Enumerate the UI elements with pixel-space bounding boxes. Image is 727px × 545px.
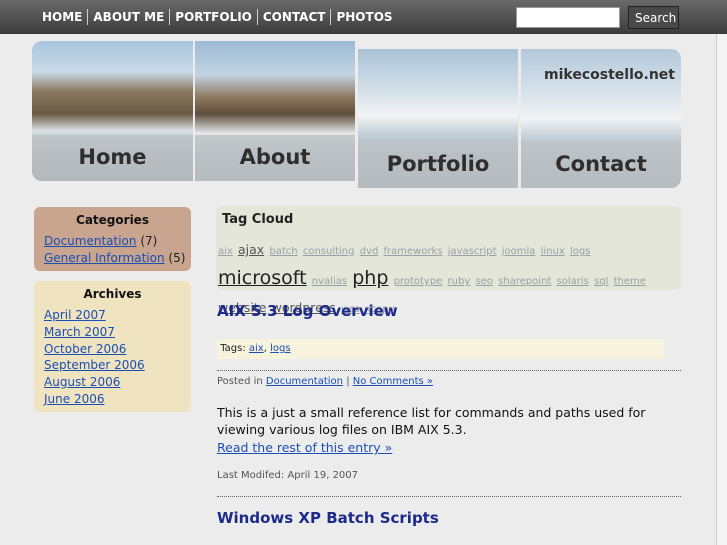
tags-label: Tags: [220, 343, 246, 354]
list-item: April 2007 [44, 307, 191, 324]
tile-label-home: Home [78, 145, 147, 169]
tag-link-theme[interactable]: theme [614, 276, 646, 287]
nav-portfolio[interactable]: PORTFOLIO [169, 9, 257, 25]
nav-home[interactable]: HOME [37, 9, 87, 25]
last-modified: Last Modifed: April 19, 2007 [217, 470, 359, 481]
post-title[interactable]: AIX 5.3 Log Overview [217, 302, 398, 320]
archives-list: April 2007 March 2007 October 2006 Septe… [34, 307, 191, 408]
post-category-link[interactable]: Documentation [266, 376, 343, 387]
post-excerpt: This is a just a small reference list fo… [217, 405, 646, 437]
site-name: mikecostello.net [544, 67, 675, 83]
archives-title: Archives [83, 287, 142, 301]
tag-link-logs[interactable]: logs [570, 246, 590, 257]
nav-contact[interactable]: CONTACT [256, 9, 331, 25]
tag-link-ruby[interactable]: ruby [448, 276, 471, 287]
archive-link[interactable]: September 2006 [44, 358, 145, 372]
tag-link-sharepoint[interactable]: sharepoint [498, 276, 551, 287]
archives-box: Archives April 2007 March 2007 October 2… [34, 281, 191, 412]
list-item: March 2007 [44, 324, 191, 341]
category-count: (5) [168, 250, 186, 265]
header-tile-about[interactable]: About [195, 41, 355, 181]
post-tags-box: Tags: aix, logs [217, 339, 664, 359]
categories-box: Categories Documentation (7) General Inf… [34, 207, 191, 271]
tag-link-prototype[interactable]: prototype [394, 276, 443, 287]
tag-link-seo[interactable]: seo [475, 276, 492, 287]
list-item: June 2006 [44, 391, 191, 408]
category-count: (7) [140, 234, 158, 248]
nav-photos[interactable]: PHOTOS [330, 9, 397, 25]
tile-label-about: About [239, 145, 311, 169]
page-scrollbar[interactable] [716, 34, 727, 545]
comments-link[interactable]: No Comments » [353, 376, 433, 387]
tag-link-solaris[interactable]: solaris [557, 276, 589, 287]
tag-link-frameworks[interactable]: frameworks [384, 246, 443, 257]
tag-link-linux[interactable]: linux [541, 246, 565, 257]
tag-cloud-title: Tag Cloud [222, 212, 294, 227]
search-button[interactable]: Search [628, 6, 679, 29]
tag-link-javascript[interactable]: javascript [448, 246, 497, 257]
main-nav: HOME ABOUT ME PORTFOLIO CONTACT PHOTOS [37, 9, 398, 25]
tag-cloud: Tag Cloud aix ajax batch consulting dvd … [216, 206, 681, 315]
nav-about-me[interactable]: ABOUT ME [87, 9, 169, 25]
tag-link-php[interactable]: php [352, 267, 388, 289]
tag-link-batch[interactable]: batch [269, 246, 297, 257]
archive-link[interactable]: March 2007 [44, 325, 115, 339]
tag-link-aix[interactable]: aix [249, 343, 264, 354]
list-item: August 2006 [44, 374, 191, 391]
tag-link-consulting[interactable]: consulting [303, 246, 355, 257]
category-link[interactable]: General Information [44, 251, 165, 265]
list-item: October 2006 [44, 341, 191, 358]
search-input[interactable] [516, 7, 620, 28]
archive-link[interactable]: August 2006 [44, 375, 120, 389]
tag-link-aix[interactable]: aix [218, 246, 233, 257]
tag-link-microsoft[interactable]: microsoft [218, 267, 307, 289]
archive-link[interactable]: June 2006 [44, 392, 105, 406]
category-link[interactable]: Documentation [44, 234, 137, 248]
list-item: General Information (5) [44, 250, 191, 267]
meta-separator: | [346, 376, 350, 387]
header-tile-portfolio[interactable]: Portfolio [358, 49, 518, 188]
header-tile-home[interactable]: Home [32, 41, 193, 181]
archive-link[interactable]: October 2006 [44, 342, 126, 356]
tag-link-ajax[interactable]: ajax [238, 242, 264, 257]
tag-link-logs[interactable]: logs [270, 343, 290, 354]
divider [217, 496, 681, 497]
tag-link-joomla[interactable]: joomla [502, 246, 536, 257]
tag-link-nvalias[interactable]: nvalias [312, 276, 347, 287]
archive-link[interactable]: April 2007 [44, 308, 106, 322]
list-item: Documentation (7) [44, 233, 191, 250]
tile-label-portfolio: Portfolio [386, 152, 490, 176]
list-item: September 2006 [44, 357, 191, 374]
post-title[interactable]: Windows XP Batch Scripts [217, 509, 439, 527]
header-tile-contact[interactable]: mikecostello.net Contact [521, 49, 681, 188]
tag-link-sql[interactable]: sql [594, 276, 608, 287]
divider [217, 370, 681, 371]
posted-in-label: Posted in [217, 376, 263, 387]
tile-label-contact: Contact [555, 152, 647, 176]
categories-list: Documentation (7) General Information (5… [34, 233, 191, 267]
read-more-link[interactable]: Read the rest of this entry » [217, 440, 392, 455]
top-navigation-bar: HOME ABOUT ME PORTFOLIO CONTACT PHOTOS S… [0, 0, 727, 34]
post-meta: Posted in Documentation | No Comments » [217, 376, 433, 387]
tag-link-dvd[interactable]: dvd [360, 246, 379, 257]
categories-title: Categories [76, 213, 149, 227]
